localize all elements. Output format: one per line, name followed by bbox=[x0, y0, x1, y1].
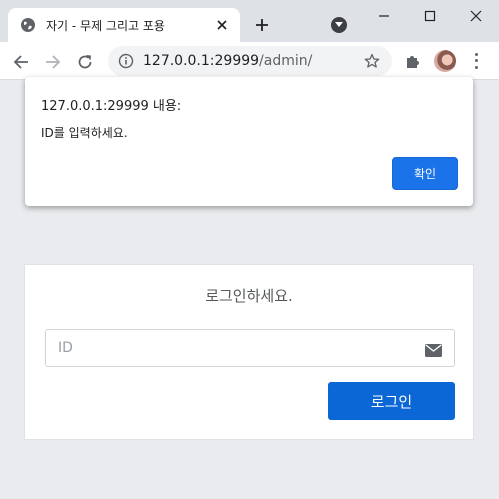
login-heading: 로그인하세요. bbox=[205, 287, 293, 305]
browser-tab[interactable]: 자기 - 무제 그리고 포용 bbox=[8, 8, 240, 42]
alert-dialog: 127.0.0.1:29999 내용: ID를 입력하세요. 확인 bbox=[25, 77, 473, 206]
ok-button[interactable]: 확인 bbox=[392, 157, 458, 190]
address-bar[interactable]: 127.0.0.1:29999/admin/ bbox=[108, 46, 392, 76]
globe-icon bbox=[20, 17, 36, 33]
login-button[interactable]: 로그인 bbox=[328, 382, 455, 420]
forward-icon[interactable] bbox=[42, 51, 64, 73]
dialog-message: ID를 입력하세요. bbox=[41, 126, 128, 140]
tab-search-icon[interactable] bbox=[331, 17, 347, 33]
maximize-icon[interactable] bbox=[415, 4, 445, 28]
dialog-title: 127.0.0.1:29999 내용: bbox=[41, 99, 182, 114]
tab-title: 자기 - 무제 그리고 포용 bbox=[46, 18, 165, 33]
url-path: /admin/ bbox=[259, 53, 313, 69]
reload-icon[interactable] bbox=[74, 51, 96, 73]
close-icon[interactable] bbox=[214, 17, 230, 33]
url-host: 127.0.0.1:29999 bbox=[143, 53, 260, 69]
star-icon[interactable] bbox=[364, 53, 380, 69]
puzzle-icon[interactable] bbox=[404, 52, 422, 70]
kebab-menu-icon[interactable] bbox=[470, 51, 482, 71]
plus-icon[interactable] bbox=[252, 15, 272, 35]
info-icon[interactable] bbox=[118, 53, 134, 69]
browser-toolbar: 127.0.0.1:29999/admin/ bbox=[0, 42, 499, 80]
url-text: 127.0.0.1:29999/admin/ bbox=[143, 53, 312, 69]
avatar[interactable] bbox=[434, 50, 456, 72]
envelope-icon bbox=[425, 342, 442, 357]
minimize-icon[interactable] bbox=[369, 4, 399, 28]
tab-strip: 자기 - 무제 그리고 포용 bbox=[0, 0, 499, 42]
back-icon[interactable] bbox=[10, 51, 32, 73]
window-close-icon[interactable] bbox=[461, 4, 491, 28]
login-card: 로그인하세요. 로그인 bbox=[24, 264, 474, 440]
id-input[interactable] bbox=[45, 329, 455, 367]
